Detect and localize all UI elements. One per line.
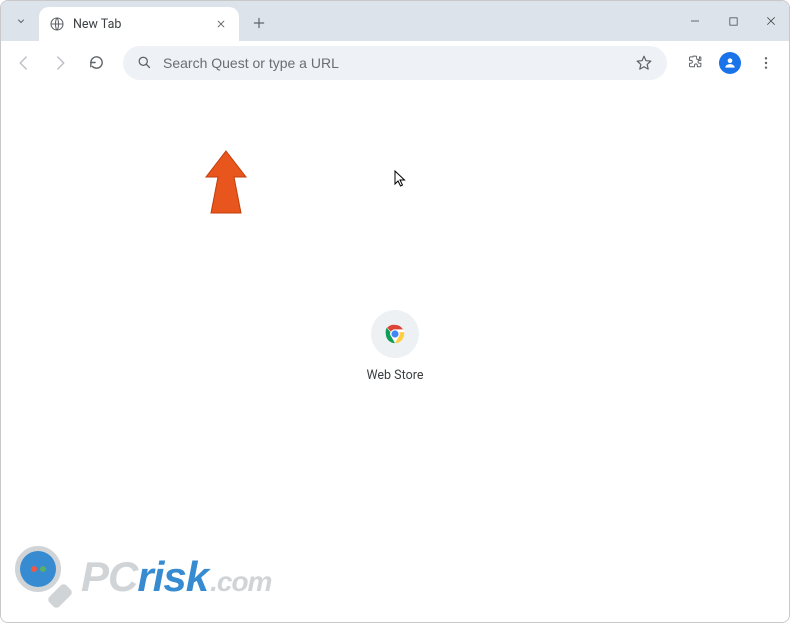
profile-button[interactable]: [715, 48, 745, 78]
extensions-button[interactable]: [679, 48, 709, 78]
search-icon: [137, 55, 153, 71]
reload-icon: [88, 54, 105, 71]
close-icon: [765, 15, 777, 27]
tab-new-tab[interactable]: New Tab: [39, 7, 239, 41]
shortcut-icon-circle: [371, 310, 419, 358]
shortcut-web-store[interactable]: Web Store: [340, 310, 450, 383]
back-button[interactable]: [9, 48, 39, 78]
window-close-button[interactable]: [761, 11, 781, 31]
menu-button[interactable]: [751, 48, 781, 78]
tab-close-button[interactable]: [213, 16, 229, 32]
arrow-left-icon: [15, 54, 33, 72]
browser-window: New Tab: [0, 0, 790, 623]
plus-icon: [252, 16, 266, 30]
star-icon: [635, 54, 653, 72]
minimize-icon: [689, 15, 701, 27]
new-tab-button[interactable]: [245, 9, 273, 37]
tabs-dropdown-button[interactable]: [7, 7, 35, 35]
maximize-button[interactable]: [723, 11, 743, 31]
window-controls: [685, 1, 781, 41]
toolbar: [1, 41, 789, 85]
omnibox[interactable]: [123, 46, 667, 80]
tab-strip: New Tab: [1, 1, 789, 41]
puzzle-icon: [686, 54, 703, 71]
watermark-text: PCrisk.com: [81, 553, 271, 601]
globe-icon: [49, 16, 65, 32]
close-icon: [216, 19, 226, 29]
minimize-button[interactable]: [685, 11, 705, 31]
annotation-arrow-icon: [201, 149, 251, 219]
arrow-right-icon: [51, 54, 69, 72]
tab-title: New Tab: [73, 17, 205, 32]
mouse-cursor-icon: [394, 170, 408, 188]
chrome-icon: [384, 323, 406, 345]
avatar-icon: [719, 52, 741, 74]
address-input[interactable]: [163, 55, 625, 71]
chevron-down-icon: [15, 15, 27, 27]
kebab-icon: [758, 55, 774, 71]
reload-button[interactable]: [81, 48, 111, 78]
shortcut-label: Web Store: [367, 368, 424, 383]
content-area: Web Store PCrisk.com: [1, 85, 789, 622]
forward-button[interactable]: [45, 48, 75, 78]
magnifier-icon: [15, 546, 77, 608]
watermark: PCrisk.com: [15, 546, 271, 608]
maximize-icon: [728, 16, 739, 27]
bookmark-button[interactable]: [635, 54, 653, 72]
